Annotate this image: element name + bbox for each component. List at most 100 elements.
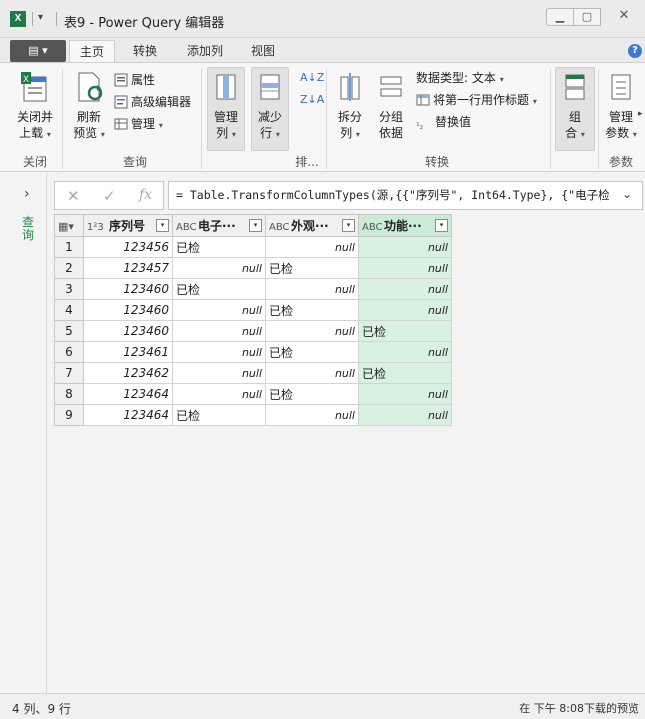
cancel-formula-icon[interactable]: ✕ <box>67 187 80 205</box>
cell-function[interactable]: null <box>358 299 452 321</box>
ribbon-scroll-right-icon[interactable]: ▸ <box>638 109 643 119</box>
cell-appearance[interactable]: null <box>265 362 359 384</box>
cell-serial[interactable]: 123460 <box>83 299 173 321</box>
split-column-button[interactable]: 拆分 列 ▾ <box>331 69 369 143</box>
cell-serial[interactable]: 123461 <box>83 341 173 363</box>
fx-icon[interactable]: fx <box>139 187 152 203</box>
cell-electronic[interactable]: null <box>172 299 266 321</box>
table-row[interactable]: 1 123456 已检 null null <box>54 236 452 258</box>
refresh-preview-button[interactable]: 刷新 预览 ▾ <box>68 69 110 143</box>
cell-serial[interactable]: 123456 <box>83 236 173 258</box>
table-corner-menu[interactable]: ▦▾ <box>54 214 84 237</box>
help-icon[interactable]: ? <box>628 44 642 58</box>
advanced-editor-button[interactable]: 高级编辑器 <box>114 93 191 111</box>
row-number[interactable]: 3 <box>54 278 84 300</box>
cell-serial[interactable]: 123464 <box>83 383 173 405</box>
row-number[interactable]: 2 <box>54 257 84 279</box>
manage-parameters-button[interactable]: 管理 参数 ▾ <box>601 69 641 143</box>
table-row[interactable]: 9 123464 已检 null null <box>54 404 452 426</box>
table-row[interactable]: 8 123464 null 已检 null <box>54 383 452 405</box>
cell-function[interactable]: null <box>358 383 452 405</box>
row-number[interactable]: 8 <box>54 383 84 405</box>
cell-appearance[interactable]: 已检 <box>265 257 359 279</box>
tab-transform[interactable]: 转换 <box>124 40 166 62</box>
expand-queries-chevron-icon[interactable]: › <box>24 186 30 202</box>
group-by-button[interactable]: 分组 依据 <box>372 69 410 141</box>
filter-dropdown-icon[interactable]: ▾ <box>156 219 169 232</box>
table-row[interactable]: 2 123457 null 已检 null <box>54 257 452 279</box>
confirm-formula-icon[interactable]: ✓ <box>103 187 116 205</box>
file-menu-button[interactable]: ▤ ▾ <box>10 40 66 62</box>
row-number[interactable]: 9 <box>54 404 84 426</box>
filter-dropdown-icon[interactable]: ▾ <box>249 219 262 232</box>
excel-icon[interactable]: X <box>10 11 26 27</box>
manage-columns-button[interactable]: 管理 列 ▾ <box>207 69 245 143</box>
cell-serial[interactable]: 123464 <box>83 404 173 426</box>
cell-function[interactable]: 已检 <box>358 362 452 384</box>
row-number[interactable]: 7 <box>54 362 84 384</box>
cell-electronic[interactable]: null <box>172 257 266 279</box>
maximize-button[interactable]: ▢ <box>573 8 601 26</box>
cell-appearance[interactable]: 已检 <box>265 341 359 363</box>
table-row[interactable]: 4 123460 null 已检 null <box>54 299 452 321</box>
cell-electronic[interactable]: 已检 <box>172 278 266 300</box>
cell-electronic[interactable]: null <box>172 320 266 342</box>
table-row[interactable]: 5 123460 null null 已检 <box>54 320 452 342</box>
cell-appearance[interactable]: null <box>265 404 359 426</box>
cell-function[interactable]: null <box>358 278 452 300</box>
use-first-row-as-headers-button[interactable]: 将第一行用作标题 ▾ <box>416 91 537 109</box>
row-number[interactable]: 5 <box>54 320 84 342</box>
cell-electronic[interactable]: null <box>172 362 266 384</box>
cell-function[interactable]: null <box>358 341 452 363</box>
cell-serial[interactable]: 123462 <box>83 362 173 384</box>
cell-electronic[interactable]: 已检 <box>172 236 266 258</box>
tab-view[interactable]: 视图 <box>244 40 282 62</box>
close-and-load-button[interactable]: X 关闭并 上载 ▾ <box>12 69 58 143</box>
queries-pane-label[interactable]: 查询 <box>22 216 36 242</box>
row-number[interactable]: 1 <box>54 236 84 258</box>
cell-appearance[interactable]: 已检 <box>265 299 359 321</box>
cell-function[interactable]: null <box>358 236 452 258</box>
cell-serial[interactable]: 123460 <box>83 320 173 342</box>
cell-appearance[interactable]: null <box>265 278 359 300</box>
cell-serial[interactable]: 123457 <box>83 257 173 279</box>
sort-ascending-button[interactable]: A↓Z <box>300 69 324 87</box>
table-row[interactable]: 7 123462 null null 已检 <box>54 362 452 384</box>
tab-add-column[interactable]: 添加列 <box>178 40 232 62</box>
cell-serial[interactable]: 123460 <box>83 278 173 300</box>
column-header-function[interactable]: ABC功能··· ▾ <box>358 214 452 237</box>
column-header-appearance[interactable]: ABC外观··· ▾ <box>265 214 359 237</box>
data-type-dropdown[interactable]: 数据类型: 文本 ▾ <box>416 69 504 87</box>
filter-dropdown-icon[interactable]: ▾ <box>342 219 355 232</box>
row-number[interactable]: 4 <box>54 299 84 321</box>
table-row[interactable]: 3 123460 已检 null null <box>54 278 452 300</box>
table-row[interactable]: 6 123461 null 已检 null <box>54 341 452 363</box>
filter-dropdown-icon[interactable]: ▾ <box>435 219 448 232</box>
manage-query-button[interactable]: 管理 ▾ <box>114 115 163 133</box>
reduce-rows-button[interactable]: 减少 行 ▾ <box>251 69 289 143</box>
formula-input[interactable]: = Table.TransformColumnTypes(源,{{"序列号", … <box>168 181 643 210</box>
column-header-electronic[interactable]: ABC电子··· ▾ <box>172 214 266 237</box>
whole-number-type-icon[interactable]: 1²3 <box>87 222 105 233</box>
replace-values-button[interactable]: ¹₂ 替换值 <box>416 113 471 132</box>
cell-appearance[interactable]: null <box>265 320 359 342</box>
cell-function[interactable]: null <box>358 257 452 279</box>
cell-appearance[interactable]: 已检 <box>265 383 359 405</box>
cell-appearance[interactable]: null <box>265 236 359 258</box>
minimize-button[interactable]: ▁ <box>546 8 574 26</box>
text-type-icon[interactable]: ABC <box>362 222 383 233</box>
close-window-button[interactable]: ✕ <box>603 8 645 26</box>
cell-electronic[interactable]: null <box>172 341 266 363</box>
properties-button[interactable]: 属性 <box>114 71 155 89</box>
tab-home[interactable]: 主页 <box>69 40 115 62</box>
text-type-icon[interactable]: ABC <box>269 222 290 233</box>
text-type-icon[interactable]: ABC <box>176 222 197 233</box>
combine-button[interactable]: 组 合 ▾ <box>555 69 595 143</box>
cell-function[interactable]: null <box>358 404 452 426</box>
cell-electronic[interactable]: null <box>172 383 266 405</box>
column-header-serial[interactable]: 1²3 序列号 ▾ <box>83 214 173 237</box>
formula-expand-chevron-icon[interactable]: ⌄ <box>622 187 632 201</box>
sort-descending-button[interactable]: Z↓A <box>300 91 324 109</box>
row-number[interactable]: 6 <box>54 341 84 363</box>
quick-access-dropdown-icon[interactable]: ▾ <box>38 12 43 23</box>
